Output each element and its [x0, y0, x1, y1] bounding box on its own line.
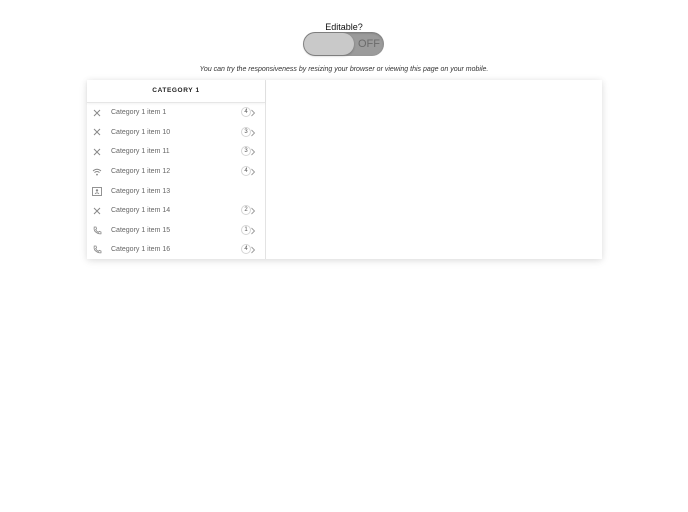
editable-toggle[interactable]: OFF	[303, 32, 384, 56]
close-icon	[92, 147, 102, 157]
master-detail-panel: CATEGORY 1 Category 1 item 1 4 Category 1 …	[87, 80, 602, 259]
responsiveness-hint: You can try the responsiveness by resizi…	[199, 66, 489, 73]
list-item[interactable]: Category 1 item 15 1	[87, 221, 265, 241]
list-item[interactable]: Category 1 item 16 4	[87, 240, 265, 260]
list-item-label: Category 1 item 13	[111, 187, 171, 195]
chevron-right-icon	[250, 129, 256, 137]
list-item[interactable]: Category 1 item 10 3	[87, 123, 265, 143]
editable-label: Editable?	[325, 22, 363, 32]
wifi-icon	[92, 167, 102, 177]
contact-card-icon	[92, 186, 102, 196]
list-item[interactable]: Category 1 item 14	[87, 103, 265, 123]
detail-pane	[266, 80, 602, 259]
chevron-right-icon	[250, 227, 256, 235]
phone-icon	[92, 225, 102, 235]
close-icon	[92, 108, 102, 118]
list-item[interactable]: Category 1 item 12 4	[87, 162, 265, 182]
chevron-right-icon	[250, 109, 256, 117]
list-item[interactable]: Category 1 item 11 3	[87, 142, 265, 162]
chevron-right-icon	[250, 168, 256, 176]
list-item[interactable]: Category 1 item 13	[87, 181, 265, 201]
chevron-right-icon	[250, 246, 256, 254]
list-item[interactable]: Category 1 item 14 2	[87, 201, 265, 221]
close-icon	[92, 206, 102, 216]
category-header: CATEGORY 1	[87, 80, 265, 103]
close-icon	[92, 127, 102, 137]
category-items: Category 1 item 1 4 Category 1 item 10 3 Cat…	[87, 103, 265, 260]
toggle-state-label: OFF	[358, 38, 380, 50]
category-list: CATEGORY 1 Category 1 item 1 4 Category 1 …	[87, 80, 266, 259]
chevron-right-icon	[250, 207, 256, 215]
toggle-knob[interactable]	[304, 33, 354, 55]
phone-icon	[92, 245, 102, 255]
chevron-right-icon	[250, 148, 256, 156]
